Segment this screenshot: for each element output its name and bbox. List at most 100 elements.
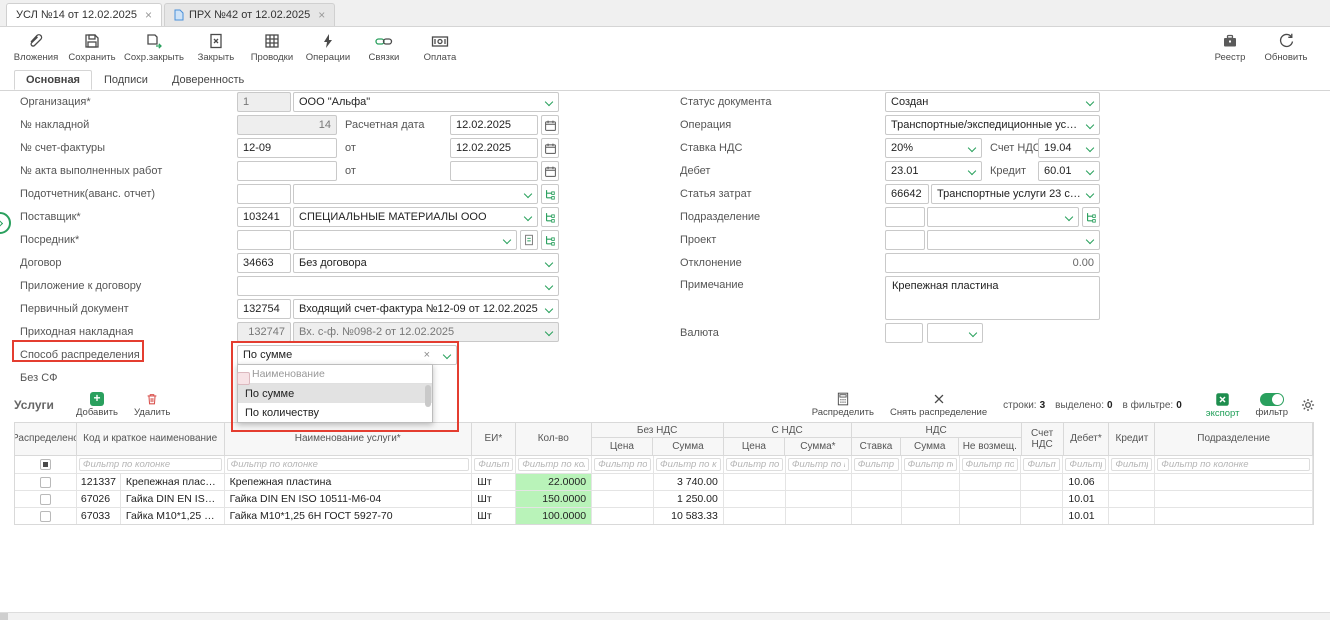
- column-filter-input[interactable]: [1111, 458, 1152, 471]
- cell-price-no-vat[interactable]: [592, 491, 654, 507]
- cell-price-vat[interactable]: [724, 491, 786, 507]
- tab-signatures[interactable]: Подписи: [92, 70, 160, 90]
- cell-sum-vat[interactable]: [786, 491, 852, 507]
- sf-no-field[interactable]: 12-09: [237, 138, 337, 158]
- undistribute-button[interactable]: Снять распределение: [890, 392, 987, 418]
- calendar-button[interactable]: [541, 138, 559, 158]
- cell-unit[interactable]: Шт: [472, 474, 516, 490]
- cell-vat-account[interactable]: [1021, 474, 1063, 490]
- cell-sum-vat[interactable]: [786, 508, 852, 524]
- annex-select[interactable]: [237, 276, 559, 296]
- accountable-code-field[interactable]: [237, 184, 291, 204]
- deviation-field[interactable]: 0.00: [885, 253, 1100, 273]
- row-checkbox[interactable]: [40, 511, 51, 522]
- cost-item-code-field[interactable]: 66642: [885, 184, 929, 204]
- primary-doc-code-field[interactable]: 132754: [237, 299, 291, 319]
- cell-unit[interactable]: Шт: [472, 508, 516, 524]
- dropdown-option-by-qty[interactable]: По количеству: [238, 403, 432, 422]
- export-button[interactable]: экспорт: [1206, 392, 1240, 419]
- hierarchy-select-button[interactable]: [541, 207, 559, 227]
- organization-code-field[interactable]: 1: [237, 92, 291, 112]
- hierarchy-select-button[interactable]: [1082, 207, 1100, 227]
- sf-date-field[interactable]: 12.02.2025: [450, 138, 538, 158]
- toolbar-attachments-button[interactable]: Вложения: [12, 32, 60, 63]
- cell-vat-nonrefund[interactable]: [960, 508, 1022, 524]
- cell-department[interactable]: [1155, 474, 1313, 490]
- cell-service-name[interactable]: Гайка М10*1,25 6Н ГОСТ 5927-70: [225, 508, 473, 524]
- window-tab-prh[interactable]: ПРХ №42 от 12.02.2025 ×: [164, 3, 335, 26]
- cell-vat-sum[interactable]: [902, 474, 960, 490]
- calendar-button[interactable]: [541, 115, 559, 135]
- cell-debit[interactable]: 10.06: [1063, 474, 1109, 490]
- cell-sum-no-vat[interactable]: 1 250.00: [654, 491, 724, 507]
- dropdown-option-by-sum[interactable]: По сумме: [238, 384, 432, 403]
- cell-vat-rate[interactable]: [852, 508, 902, 524]
- column-filter-input[interactable]: [854, 458, 899, 471]
- organization-select[interactable]: ООО "Альфа": [293, 92, 559, 112]
- cell-vat-nonrefund[interactable]: [960, 474, 1022, 490]
- clear-icon[interactable]: ×: [424, 349, 430, 361]
- cell-sum-no-vat[interactable]: 3 740.00: [654, 474, 724, 490]
- toolbar-registry-button[interactable]: Реестр: [1206, 32, 1254, 63]
- column-filter-input[interactable]: [962, 458, 1019, 471]
- invoice-no-field[interactable]: 14: [237, 115, 337, 135]
- cell-qty[interactable]: 100.0000: [516, 508, 592, 524]
- no-sf-checkbox[interactable]: [237, 372, 250, 385]
- cell-qty[interactable]: 22.0000: [516, 474, 592, 490]
- column-filter-input[interactable]: [726, 458, 783, 471]
- row-checkbox[interactable]: [40, 477, 51, 488]
- mediator-select[interactable]: [293, 230, 517, 250]
- distribute-button[interactable]: Распределить: [812, 392, 874, 418]
- document-select-button[interactable]: [520, 230, 538, 250]
- cell-debit[interactable]: 10.01: [1063, 491, 1109, 507]
- cell-department[interactable]: [1155, 491, 1313, 507]
- cell-price-vat[interactable]: [724, 474, 786, 490]
- cell-unit[interactable]: Шт: [472, 491, 516, 507]
- primary-doc-select[interactable]: Входящий счет-фактура №12-09 от 12.02.20…: [293, 299, 559, 319]
- currency-select[interactable]: [927, 323, 983, 343]
- delete-button[interactable]: Удалить: [134, 392, 170, 418]
- column-filter-input[interactable]: [788, 458, 849, 471]
- toolbar-save-close-button[interactable]: Сохр.закрыть: [124, 32, 184, 63]
- receipt-select[interactable]: Вх. с-ф. №098-2 от 12.02.2025: [293, 322, 559, 342]
- cell-credit[interactable]: [1109, 474, 1155, 490]
- mediator-code-field[interactable]: [237, 230, 291, 250]
- act-no-field[interactable]: [237, 161, 337, 181]
- cell-code-name[interactable]: 67033Гайка М10*1,25 6Н Г...: [77, 508, 225, 524]
- cell-price-vat[interactable]: [724, 508, 786, 524]
- column-filter-input[interactable]: [227, 458, 470, 471]
- cell-vat-account[interactable]: [1021, 491, 1063, 507]
- row-checkbox[interactable]: [40, 494, 51, 505]
- cell-price-no-vat[interactable]: [592, 474, 654, 490]
- dropdown-scrollbar[interactable]: [425, 385, 431, 407]
- cell-vat-rate[interactable]: [852, 474, 902, 490]
- toolbar-refresh-button[interactable]: Обновить: [1262, 32, 1310, 63]
- window-tab-usl[interactable]: УСЛ №14 от 12.02.2025 ×: [6, 3, 162, 26]
- column-filter-input[interactable]: [656, 458, 721, 471]
- department-select[interactable]: [927, 207, 1079, 227]
- cell-vat-nonrefund[interactable]: [960, 491, 1022, 507]
- cell-sum-no-vat[interactable]: 10 583.33: [654, 508, 724, 524]
- cell-code-name[interactable]: 121337Крепежная пластина: [77, 474, 225, 490]
- toolbar-close-button[interactable]: Закрыть: [192, 32, 240, 63]
- toolbar-postings-button[interactable]: Проводки: [248, 32, 296, 63]
- hierarchy-select-button[interactable]: [541, 184, 559, 204]
- cell-credit[interactable]: [1109, 508, 1155, 524]
- cell-service-name[interactable]: Крепежная пластина: [225, 474, 473, 490]
- receipt-code-field[interactable]: 132747: [237, 322, 291, 342]
- sidebar-expander[interactable]: [0, 212, 11, 234]
- contract-select[interactable]: Без договора: [293, 253, 559, 273]
- credit-select[interactable]: 60.01: [1038, 161, 1100, 181]
- column-filter-input[interactable]: [1023, 458, 1060, 471]
- cell-vat-rate[interactable]: [852, 491, 902, 507]
- distribution-select[interactable]: По сумме ×: [237, 345, 457, 365]
- settings-button[interactable]: [1300, 397, 1316, 413]
- cell-price-no-vat[interactable]: [592, 508, 654, 524]
- column-filter-input[interactable]: [79, 458, 222, 471]
- column-filter-input[interactable]: [1157, 458, 1310, 471]
- cell-qty[interactable]: 150.0000: [516, 491, 592, 507]
- cell-debit[interactable]: 10.01: [1063, 508, 1109, 524]
- column-filter-input[interactable]: [1065, 458, 1106, 471]
- department-code-field[interactable]: [885, 207, 925, 227]
- cell-sum-vat[interactable]: [786, 474, 852, 490]
